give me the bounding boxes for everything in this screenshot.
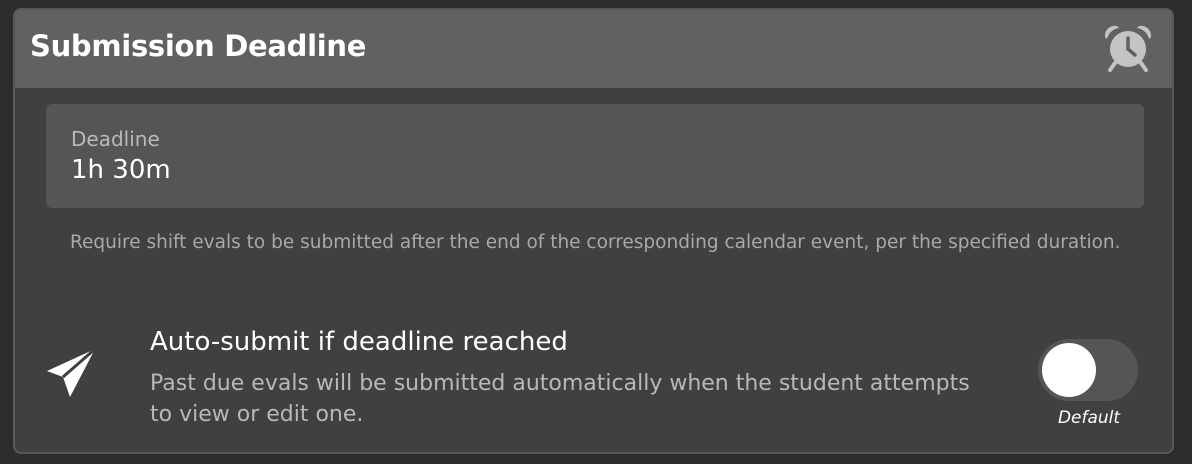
card-title: Submission Deadline — [30, 29, 367, 63]
deadline-helper-text: Require shift evals to be submitted afte… — [70, 232, 1121, 253]
auto-submit-toggle[interactable] — [1038, 339, 1138, 401]
card-header: Submission Deadline — [15, 10, 1172, 88]
deadline-field[interactable]: Deadline 1h 30m — [46, 104, 1144, 208]
deadline-field-label: Deadline — [71, 127, 160, 151]
auto-submit-description: Past due evals will be submitted automat… — [150, 371, 970, 427]
alarm-clock-icon — [1104, 25, 1152, 72]
paper-plane-icon — [47, 347, 96, 397]
toggle-default-caption: Default — [1057, 408, 1121, 428]
submission-deadline-card: Submission Deadline Deadline 1h 30m Requ… — [13, 8, 1174, 454]
deadline-field-value[interactable]: 1h 30m — [71, 155, 171, 185]
toggle-knob — [1042, 343, 1096, 397]
auto-submit-title: Auto-submit if deadline reached — [150, 327, 568, 357]
